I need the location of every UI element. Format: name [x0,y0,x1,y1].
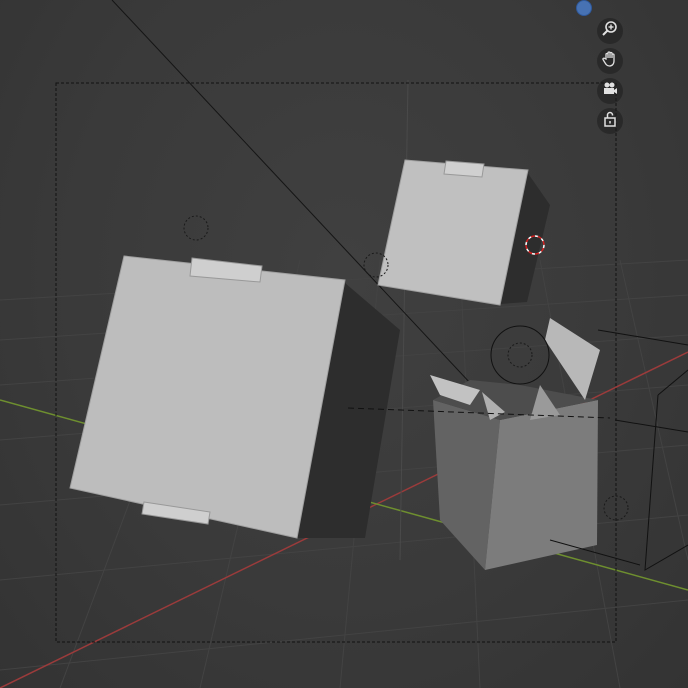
selection-circle[interactable] [490,325,550,385]
navigation-gizmo[interactable] [574,0,596,16]
3d-viewport[interactable] [0,0,688,688]
lock-camera-icon [601,110,619,132]
viewport-scene [0,0,688,688]
large-box[interactable] [69,255,400,539]
pan-button[interactable] [597,48,623,74]
camera-view-icon [601,80,619,102]
z-axis-gizmo-dot[interactable] [576,0,592,16]
zoom-icon [601,20,619,42]
open-box[interactable] [430,318,600,570]
navigation-tools [597,18,625,138]
z-axis-line [399,79,409,561]
lock-camera-button[interactable] [597,108,623,134]
small-box[interactable] [377,159,550,306]
pan-hand-icon [601,50,619,72]
camera-view-button[interactable] [597,78,623,104]
zoom-button[interactable] [597,18,623,44]
